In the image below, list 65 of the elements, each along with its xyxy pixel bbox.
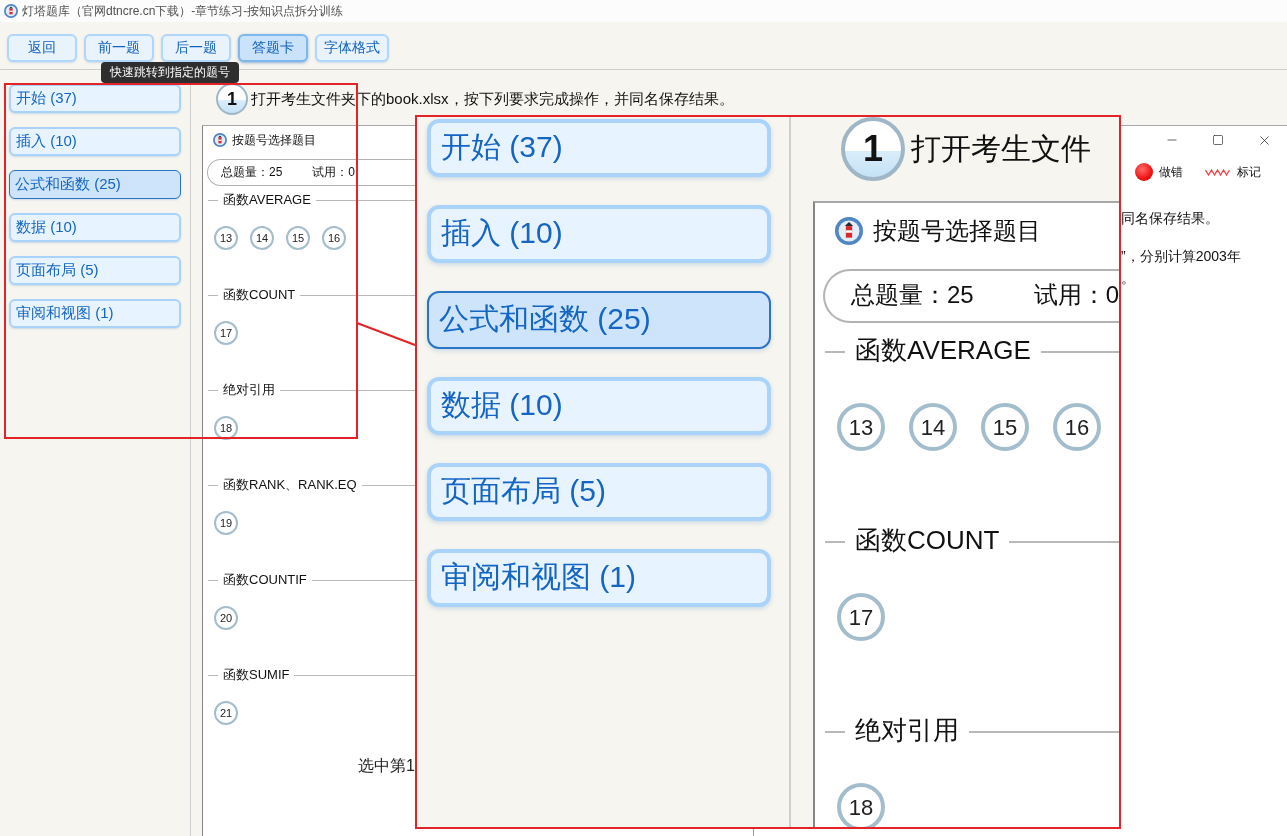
question-number-button[interactable]: 17 [837,593,885,641]
lighthouse-icon [4,4,18,18]
question-text: 打开考生文件夹下的book.xlsx，按下列要求完成操作，并同名保存结果。 [251,89,734,109]
section-title: 函数AVERAGE [855,334,1031,367]
question-number-button[interactable]: 21 [214,701,238,725]
question-text: 同名保存结果。 [1121,209,1219,228]
status-text: 选中第1 [358,756,415,776]
category-button[interactable]: 页面布局 (5) [427,463,771,521]
legend-label: 做错 [1159,163,1183,181]
category-button[interactable]: 数据 (10) [427,377,771,435]
question-number-button[interactable]: 19 [214,511,238,535]
question-number-button[interactable]: 14 [909,403,957,451]
toolbar-button[interactable]: 答题卡 [238,34,308,62]
category-button[interactable]: 公式和函数 (25) [9,170,181,199]
question-number-button[interactable]: 15 [286,226,310,250]
section-title: 函数SUMIF [223,666,290,684]
category-button[interactable]: 开始 (37) [427,119,771,177]
question-text: 。 [1121,269,1135,288]
toolbar-button[interactable]: 前一题 [84,34,154,62]
panel-title: 按题号选择题目 [232,131,316,149]
question-number: 1 [841,117,905,181]
section-title: 绝对引用 [855,714,959,747]
toolbar-button[interactable]: 后一题 [161,34,231,62]
stat-text: 总题量：25 [221,163,283,181]
lighthouse-icon [213,133,227,147]
question-number-button[interactable]: 17 [214,321,238,345]
question-text: 打开考生文件 [911,130,1091,167]
maximize-icon [1212,134,1224,146]
wavy-line-icon [1205,168,1231,176]
section-title: 函数AVERAGE [223,191,311,209]
question-number-button[interactable]: 14 [250,226,274,250]
question-number-button[interactable]: 13 [214,226,238,250]
lighthouse-icon [835,217,863,245]
question-number-button[interactable]: 16 [1053,403,1101,451]
question-number-button[interactable]: 18 [837,783,885,827]
section-title: 绝对引用 [223,381,275,399]
category-button[interactable]: 开始 (37) [9,84,181,113]
section-title: 函数COUNT [223,286,296,304]
stat-text: 试用：0 [1033,279,1119,310]
category-button[interactable]: 页面布局 (5) [9,256,181,285]
category-button[interactable]: 插入 (10) [9,127,181,156]
question-number-button[interactable]: 18 [214,416,238,440]
question-number-button[interactable]: 20 [214,606,238,630]
category-button[interactable]: 审阅和视图 (1) [427,549,771,607]
panel-title: 按题号选择题目 [873,215,1041,246]
window-title: 灯塔题库（官网dtncre.cn下载）-章节练习-按知识点拆分训练 [22,2,344,20]
section-title: 函数COUNTIF [223,571,307,589]
toolbar-button[interactable]: 字体格式 [315,34,389,62]
category-button[interactable]: 数据 (10) [9,213,181,242]
category-button[interactable]: 审阅和视图 (1) [9,299,181,328]
legend-label: 标记 [1237,163,1261,181]
toolbar-button[interactable]: 返回 [7,34,77,62]
tooltip: 快速跳转到指定的题号 [101,62,239,83]
question-number: 1 [216,83,248,115]
dot-icon [1135,163,1153,181]
question-number-button[interactable]: 15 [981,403,1029,451]
question-text: ”，分别计算2003年 [1121,247,1241,266]
section-title: 函数RANK、RANK.EQ [223,476,357,494]
question-number-button[interactable]: 16 [322,226,346,250]
stat-text: 总题量：25 [851,279,974,310]
section-title: 函数COUNT [855,524,1000,557]
category-button[interactable]: 插入 (10) [427,205,771,263]
question-number-button[interactable]: 13 [837,403,885,451]
category-button[interactable]: 公式和函数 (25) [427,291,771,349]
stat-text: 试用：0 [312,163,356,181]
